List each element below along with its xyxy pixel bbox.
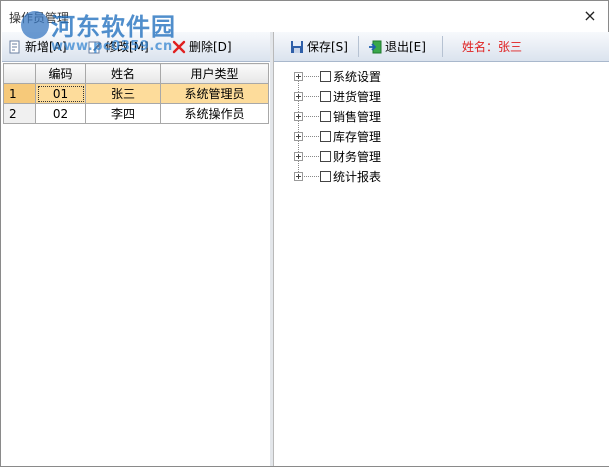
table-header-row: 编码 姓名 用户类型	[3, 63, 269, 84]
column-header-type[interactable]: 用户类型	[160, 63, 269, 84]
left-toolbar: 新增[A] 修改[M] 删除[D]	[2, 32, 270, 62]
permission-tree: 系统设置 进货管理 销售管理 库存管理 财务管理 统计报表	[294, 66, 381, 186]
expand-icon[interactable]	[294, 71, 303, 81]
tree-node-label: 进货管理	[333, 89, 382, 104]
tree-node-reports[interactable]: 统计报表	[294, 166, 381, 186]
tree-dots	[304, 115, 319, 117]
exit-icon	[368, 40, 382, 54]
tree-dots	[304, 175, 319, 177]
tree-node-sales[interactable]: 销售管理	[294, 106, 381, 126]
edit-button-label: 修改[M]	[105, 40, 149, 54]
delete-button-label: 删除[D]	[189, 40, 232, 54]
add-icon	[8, 40, 22, 54]
checkbox[interactable]	[320, 170, 331, 182]
checkbox[interactable]	[320, 110, 331, 122]
cell-type[interactable]: 系统操作员	[160, 103, 269, 124]
close-icon[interactable]: ×	[580, 6, 600, 26]
toolbar-separator	[442, 36, 443, 57]
tree-dots	[304, 95, 319, 97]
save-icon	[290, 40, 304, 54]
add-button[interactable]: 新增[A]	[8, 36, 67, 57]
delete-button[interactable]: 删除[D]	[172, 36, 232, 57]
permission-pane: 保存[S] 退出[E] 姓名：张三 系统设置 进货管理 销售管理 库存管理 财务…	[273, 32, 609, 466]
tree-node-system-settings[interactable]: 系统设置	[294, 66, 381, 86]
tree-node-finance[interactable]: 财务管理	[294, 146, 381, 166]
tree-dots	[304, 75, 319, 77]
selected-user-name: 姓名：张三	[462, 40, 523, 54]
checkbox[interactable]	[320, 90, 331, 102]
cell-name[interactable]: 张三	[85, 83, 161, 104]
tree-node-label: 库存管理	[333, 129, 382, 144]
table-row[interactable]: 1 01 张三 系统管理员	[3, 83, 269, 104]
column-header-code[interactable]: 编码	[35, 63, 86, 84]
toolbar-separator	[358, 36, 359, 57]
user-list-pane: 新增[A] 修改[M] 删除[D] 编码 姓名 用户类型 1 01 张三 系统管…	[2, 32, 271, 466]
expand-icon[interactable]	[294, 111, 303, 121]
checkbox[interactable]	[320, 150, 331, 162]
row-header-corner	[3, 63, 36, 84]
expand-icon[interactable]	[294, 171, 303, 181]
tree-dots	[304, 155, 319, 157]
column-header-name[interactable]: 姓名	[85, 63, 161, 84]
tree-node-label: 财务管理	[333, 149, 382, 164]
expand-icon[interactable]	[294, 131, 303, 141]
table-row[interactable]: 2 02 李四 系统操作员	[3, 103, 269, 124]
checkbox[interactable]	[320, 130, 331, 142]
add-button-label: 新增[A]	[25, 40, 67, 54]
tree-node-label: 销售管理	[333, 109, 382, 124]
cell-name[interactable]: 李四	[85, 103, 161, 124]
save-button-label: 保存[S]	[307, 40, 348, 54]
tree-node-inventory[interactable]: 库存管理	[294, 126, 381, 146]
user-table: 编码 姓名 用户类型 1 01 张三 系统管理员 2 02 李四 系统操作员	[3, 63, 269, 124]
tree-node-label: 系统设置	[333, 69, 382, 84]
checkbox[interactable]	[320, 70, 331, 82]
tree-node-purchase[interactable]: 进货管理	[294, 86, 381, 106]
edit-button[interactable]: 修改[M]	[88, 36, 149, 57]
cell-code[interactable]: 02	[35, 103, 86, 124]
window: 操作员管理 × 新增[A] 修改[M] 删除[D] 编码 姓名 用户类型 1 0…	[0, 0, 609, 467]
tree-dots	[304, 135, 319, 137]
window-title: 操作员管理	[9, 11, 70, 25]
row-number: 2	[3, 103, 36, 124]
tree-node-label: 统计报表	[333, 169, 382, 184]
edit-icon	[88, 40, 102, 54]
exit-button[interactable]: 退出[E]	[368, 36, 426, 57]
expand-icon[interactable]	[294, 151, 303, 161]
exit-button-label: 退出[E]	[385, 40, 426, 54]
cell-code[interactable]: 01	[35, 83, 86, 104]
save-button[interactable]: 保存[S]	[290, 36, 348, 57]
right-toolbar: 保存[S] 退出[E] 姓名：张三	[274, 32, 609, 62]
delete-icon	[172, 40, 186, 54]
cell-type[interactable]: 系统管理员	[160, 83, 269, 104]
title-bar: 操作员管理 ×	[1, 1, 608, 32]
expand-icon[interactable]	[294, 91, 303, 101]
row-number: 1	[3, 83, 36, 104]
